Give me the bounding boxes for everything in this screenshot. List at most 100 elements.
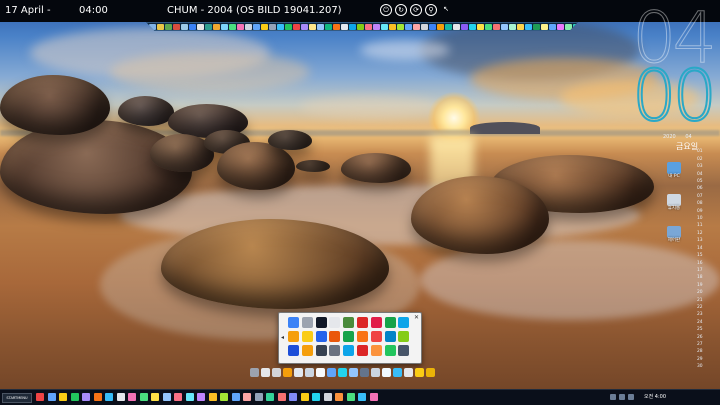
top-dock-app-icon[interactable] <box>389 23 396 30</box>
top-dock-app-icon[interactable] <box>189 23 196 30</box>
top-dock-app-icon[interactable] <box>549 23 556 30</box>
bottom-dock-app-icon[interactable] <box>360 368 369 377</box>
top-dock-app-icon[interactable] <box>477 23 484 30</box>
launcher-app-icon[interactable] <box>370 345 382 356</box>
desktop-icon-control-panel[interactable]: 제어판 <box>664 226 684 244</box>
top-dock-app-icon[interactable] <box>285 23 292 30</box>
top-dock-app-icon[interactable] <box>301 23 308 30</box>
top-dock-app-icon[interactable] <box>341 23 348 30</box>
taskbar-app-icon[interactable] <box>59 393 67 401</box>
bottom-dock-app-icon[interactable] <box>294 368 303 377</box>
taskbar-app-icon[interactable] <box>369 393 378 401</box>
bottom-dock-app-icon[interactable] <box>272 368 281 377</box>
taskbar-app-icon[interactable] <box>289 393 297 401</box>
top-dock-app-icon[interactable] <box>349 23 356 30</box>
taskbar-app-icon[interactable] <box>197 393 205 401</box>
top-dock-app-icon[interactable] <box>333 23 340 30</box>
top-dock-app-icon[interactable] <box>197 23 204 30</box>
top-dock-app-icon[interactable] <box>277 23 284 30</box>
taskbar-app-icon[interactable] <box>335 393 343 401</box>
launcher-app-icon[interactable] <box>301 331 313 342</box>
launcher-app-icon[interactable] <box>384 345 396 356</box>
top-dock-app-icon[interactable] <box>525 23 532 30</box>
restart-icon[interactable]: ↻ <box>395 4 407 16</box>
bottom-dock-app-icon[interactable] <box>404 368 413 377</box>
taskbar-app-icon[interactable] <box>139 393 148 401</box>
launcher-app-icon[interactable] <box>356 331 368 342</box>
bottom-dock-app-icon[interactable] <box>327 368 336 377</box>
taskbar-app-icon[interactable] <box>93 393 102 401</box>
desktop-icon-this-pc[interactable]: 내 PC <box>664 162 684 180</box>
launcher-app-icon[interactable] <box>370 317 382 328</box>
power-icon[interactable]: ⏻ <box>380 4 392 16</box>
top-dock-app-icon[interactable] <box>237 23 244 30</box>
top-dock-app-icon[interactable] <box>421 23 428 30</box>
top-dock-app-icon[interactable] <box>429 23 436 30</box>
taskbar-app-icon[interactable] <box>231 393 240 401</box>
taskbar-app-icon[interactable] <box>266 393 274 401</box>
launcher-app-icon[interactable] <box>315 317 327 328</box>
launcher-app-icon[interactable] <box>329 331 341 342</box>
top-dock-app-icon[interactable] <box>461 23 468 30</box>
launcher-app-icon[interactable] <box>301 345 313 356</box>
top-dock-app-icon[interactable] <box>357 23 364 30</box>
top-dock-app-icon[interactable] <box>269 23 276 30</box>
bottom-dock-app-icon[interactable] <box>316 368 325 377</box>
taskbar-app-icon[interactable] <box>162 393 171 401</box>
top-dock-app-icon[interactable] <box>317 23 324 30</box>
top-dock-app-icon[interactable] <box>557 23 564 30</box>
launcher-app-icon[interactable] <box>398 331 410 342</box>
volume-tray-icon[interactable] <box>619 394 625 400</box>
top-dock-app-icon[interactable] <box>261 23 268 30</box>
bottom-dock-app-icon[interactable] <box>338 368 347 377</box>
start-button[interactable]: STARTMENU <box>2 393 32 403</box>
launcher-app-icon[interactable] <box>343 345 355 356</box>
taskbar-app-icon[interactable] <box>116 393 125 401</box>
refresh-icon[interactable]: ⟳ <box>410 4 422 16</box>
launcher-app-icon[interactable] <box>356 345 368 356</box>
taskbar-app-icon[interactable] <box>208 393 217 401</box>
top-dock-app-icon[interactable] <box>445 23 452 30</box>
top-dock-app-icon[interactable] <box>325 23 332 30</box>
taskbar-app-icon[interactable] <box>151 393 159 401</box>
taskbar-app-icon[interactable] <box>300 393 309 401</box>
launcher-app-icon[interactable] <box>384 331 396 342</box>
top-dock-app-icon[interactable] <box>229 23 236 30</box>
bottom-dock-app-icon[interactable] <box>250 368 259 377</box>
launcher-app-icon[interactable] <box>329 317 341 328</box>
launcher-app-icon[interactable] <box>343 317 355 328</box>
taskbar-app-icon[interactable] <box>185 393 194 401</box>
taskbar-app-icon[interactable] <box>174 393 182 401</box>
launcher-app-icon[interactable] <box>315 345 327 356</box>
top-dock-app-icon[interactable] <box>245 23 252 30</box>
top-dock-app-icon[interactable] <box>381 23 388 30</box>
taskbar-app-icon[interactable] <box>128 393 136 401</box>
top-dock-app-icon[interactable] <box>501 23 508 30</box>
taskbar-app-icon[interactable] <box>277 393 286 401</box>
bottom-dock-app-icon[interactable] <box>382 368 391 377</box>
bottom-dock-app-icon[interactable] <box>393 368 402 377</box>
pin-icon[interactable]: ↖ <box>440 4 452 16</box>
taskbar-app-icon[interactable] <box>243 393 251 401</box>
launcher-app-icon[interactable] <box>343 331 355 342</box>
taskbar-app-icon[interactable] <box>36 393 44 401</box>
bottom-dock-app-icon[interactable] <box>305 368 314 377</box>
top-dock-app-icon[interactable] <box>373 23 380 30</box>
launcher-collapse-arrow-icon[interactable]: ◂ <box>281 334 284 341</box>
top-dock-app-icon[interactable] <box>405 23 412 30</box>
top-dock-app-icon[interactable] <box>157 23 164 30</box>
search-icon[interactable]: ⚲ <box>425 4 437 16</box>
network-tray-icon[interactable] <box>610 394 616 400</box>
top-dock-app-icon[interactable] <box>517 23 524 30</box>
taskbar-app-icon[interactable] <box>70 393 79 401</box>
taskbar-app-icon[interactable] <box>254 393 263 401</box>
launcher-app-icon[interactable] <box>370 331 382 342</box>
taskbar-app-icon[interactable] <box>358 393 366 401</box>
launcher-app-icon[interactable] <box>398 317 410 328</box>
taskbar-app-icon[interactable] <box>82 393 90 401</box>
taskbar-app-icon[interactable] <box>220 393 228 401</box>
top-dock-app-icon[interactable] <box>165 23 172 30</box>
top-dock-app-icon[interactable] <box>293 23 300 30</box>
taskbar-app-icon[interactable] <box>346 393 355 401</box>
launcher-app-icon[interactable] <box>288 345 299 356</box>
